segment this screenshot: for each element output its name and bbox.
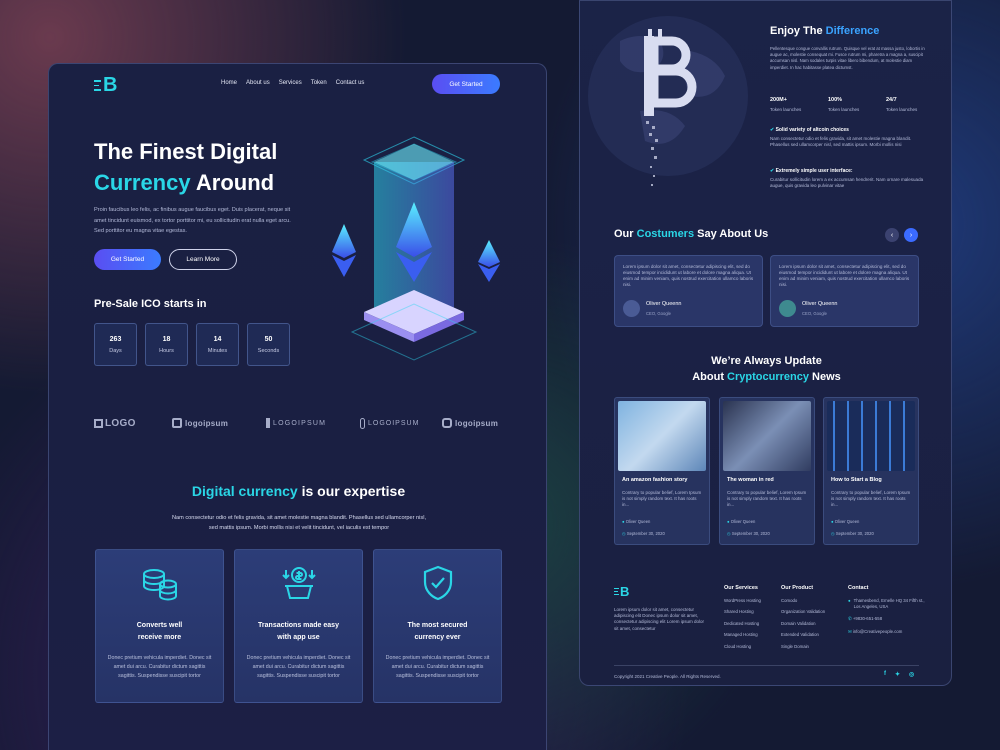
countdown-hours: 18 Hours [145,323,188,366]
twitter-icon[interactable]: ✦ [895,671,900,678]
nav-contact-us[interactable]: Contact us [336,80,365,86]
hero-heading-accent: Currency [94,170,191,195]
testimonial-card-2: Lorem ipsum dolor sit amet, consectetur … [770,255,919,327]
avatar [623,300,640,317]
footer-link[interactable]: Single Domain [781,644,825,649]
news-image [618,401,706,471]
partner-logo-4: LOGOIPSUM [360,418,419,429]
countdown-minutes: 14 Minutes [196,323,239,366]
social-links: f ✦ ◎ [884,671,914,678]
landing-page-panel: B Home About us Services Token Contact u… [48,63,547,750]
footer-contact: Contact ● Thamesbend, Ernelle HQ 34 Fifth… [848,585,925,634]
hero-get-started-button[interactable]: Get Started [94,249,161,270]
footer-link[interactable]: Extended Validation [781,632,825,637]
enjoy-heading: Enjoy The Difference [770,25,880,37]
testimonials-heading: Our Costumers Say About Us [614,228,769,240]
footer-link[interactable]: Dedicated Hosting [724,621,761,626]
footer-link[interactable]: Organization Validation [781,609,825,614]
presale-title: Pre-Sale ICO starts in [94,298,207,310]
avatar [779,300,796,317]
footer-link[interactable]: Comodo [781,598,825,603]
coins-stack-icon [143,569,177,601]
feature-card-transactions: Transactions made easy with app use Donec… [234,549,363,703]
news-image [723,401,811,471]
hero-description: Proin faucibus leo felis, ac finibus aug… [94,207,291,234]
partner-logo-1: LOGO [94,418,136,429]
footer-divider [614,665,919,666]
landing-page-panel-2: Enjoy The Difference Pellentesque congue… [579,0,952,686]
clock-icon: ◷ [831,531,835,536]
stat-1: 200M+ Token launches [770,97,802,112]
feature-item-2: ✔ Extremely simple user interface: Curab… [770,168,924,189]
news-card-2[interactable]: The woman in red Contrary to popular bel… [719,397,815,545]
copyright: Copyright 2021 Creative People. All Righ… [614,674,721,679]
user-icon: ● [622,519,625,524]
instagram-icon[interactable]: ◎ [909,671,914,678]
stat-2: 100% Token launches [828,97,860,112]
news-heading: We’re Always Update About Cryptocurrency… [692,355,841,383]
footer-link[interactable]: Domain Validation [781,621,825,626]
hero-heading-line1: The Finest Digital [94,139,278,164]
news-card-1[interactable]: An amazon fashion story Contrary to popu… [614,397,710,545]
stat-3: 24/7 Token launches [886,97,918,112]
brand-logo[interactable]: B [94,74,117,97]
nav-services[interactable]: Services [279,80,302,86]
footer-brand-logo[interactable]: B [614,584,629,599]
footer-services: Our Services WordPress Hosting Shared Ho… [724,585,761,649]
circuit-lines-icon [94,80,101,91]
user-icon: ● [831,519,834,524]
testimonial-card-1: Lorem ipsum dolor sit amet, consectetur … [614,255,763,327]
hero-heading-rest: Around [195,170,275,195]
check-icon: ✔ [770,127,775,133]
news-image [827,401,915,471]
feature-card-converts: Converts well receive more Donec pretium … [95,549,224,703]
enjoy-description: Pellentesque congue convallis rutrum. Qu… [770,46,925,70]
expertise-description: Nam consectetur odio et felis gravida, s… [171,515,427,531]
mail-icon: ✉ [848,628,852,634]
partner-logo-5: logoipsum [442,418,498,428]
clock-icon: ◷ [622,531,626,536]
nav-home[interactable]: Home [221,80,237,86]
ethereum-server-illustration [332,136,500,361]
partner-logo-3: LOGOIPSUM [266,418,326,428]
hero-heading: The Finest Digital Currency Around [94,136,277,198]
footer-link[interactable]: Managed Hosting [724,632,761,637]
footer-about: Lorem ipsum dolor sit amet, consectetur … [614,607,705,631]
location-icon: ● [848,598,851,603]
circuit-lines-icon [614,588,619,595]
user-icon: ● [727,519,730,524]
countdown-days: 263 Days [94,323,137,366]
bitcoin-globe-illustration [588,16,748,186]
shield-check-icon [423,565,453,601]
footer-products: Our Product Comodo Organization Validati… [781,585,826,649]
phone-icon: ✆ [848,616,852,622]
footer-link[interactable]: Cloud Hosting [724,644,761,649]
top-nav: Home About us Services Token Contact us [212,80,364,86]
dollar-cart-icon [282,567,316,599]
feature-item-1: ✔ Solid variety of altcoin choices Nam c… [770,127,912,148]
footer-link[interactable]: WordPress Hosting [724,598,761,603]
nav-about-us[interactable]: About us [246,80,270,86]
prev-arrow-icon[interactable]: ‹ [885,228,899,242]
partner-logo-2: logoipsum [172,418,228,428]
hero-learn-more-button[interactable]: Learn More [169,249,237,270]
nav-token[interactable]: Token [311,80,327,86]
news-card-3[interactable]: How to Start a Blog Contrary to popular … [823,397,919,545]
expertise-heading: Digital currency is our expertise [191,483,406,499]
feature-card-secured: The most secured currency ever Donec pret… [373,549,502,703]
clock-icon: ◷ [727,531,731,536]
countdown-seconds: 50 Seconds [247,323,290,366]
footer-link[interactable]: Shared Hosting [724,609,761,614]
next-arrow-icon[interactable]: › [904,228,918,242]
facebook-icon[interactable]: f [884,671,886,678]
brand-letter: B [103,74,118,96]
check-icon: ✔ [770,168,775,174]
nav-get-started-button[interactable]: Get Started [432,74,500,94]
